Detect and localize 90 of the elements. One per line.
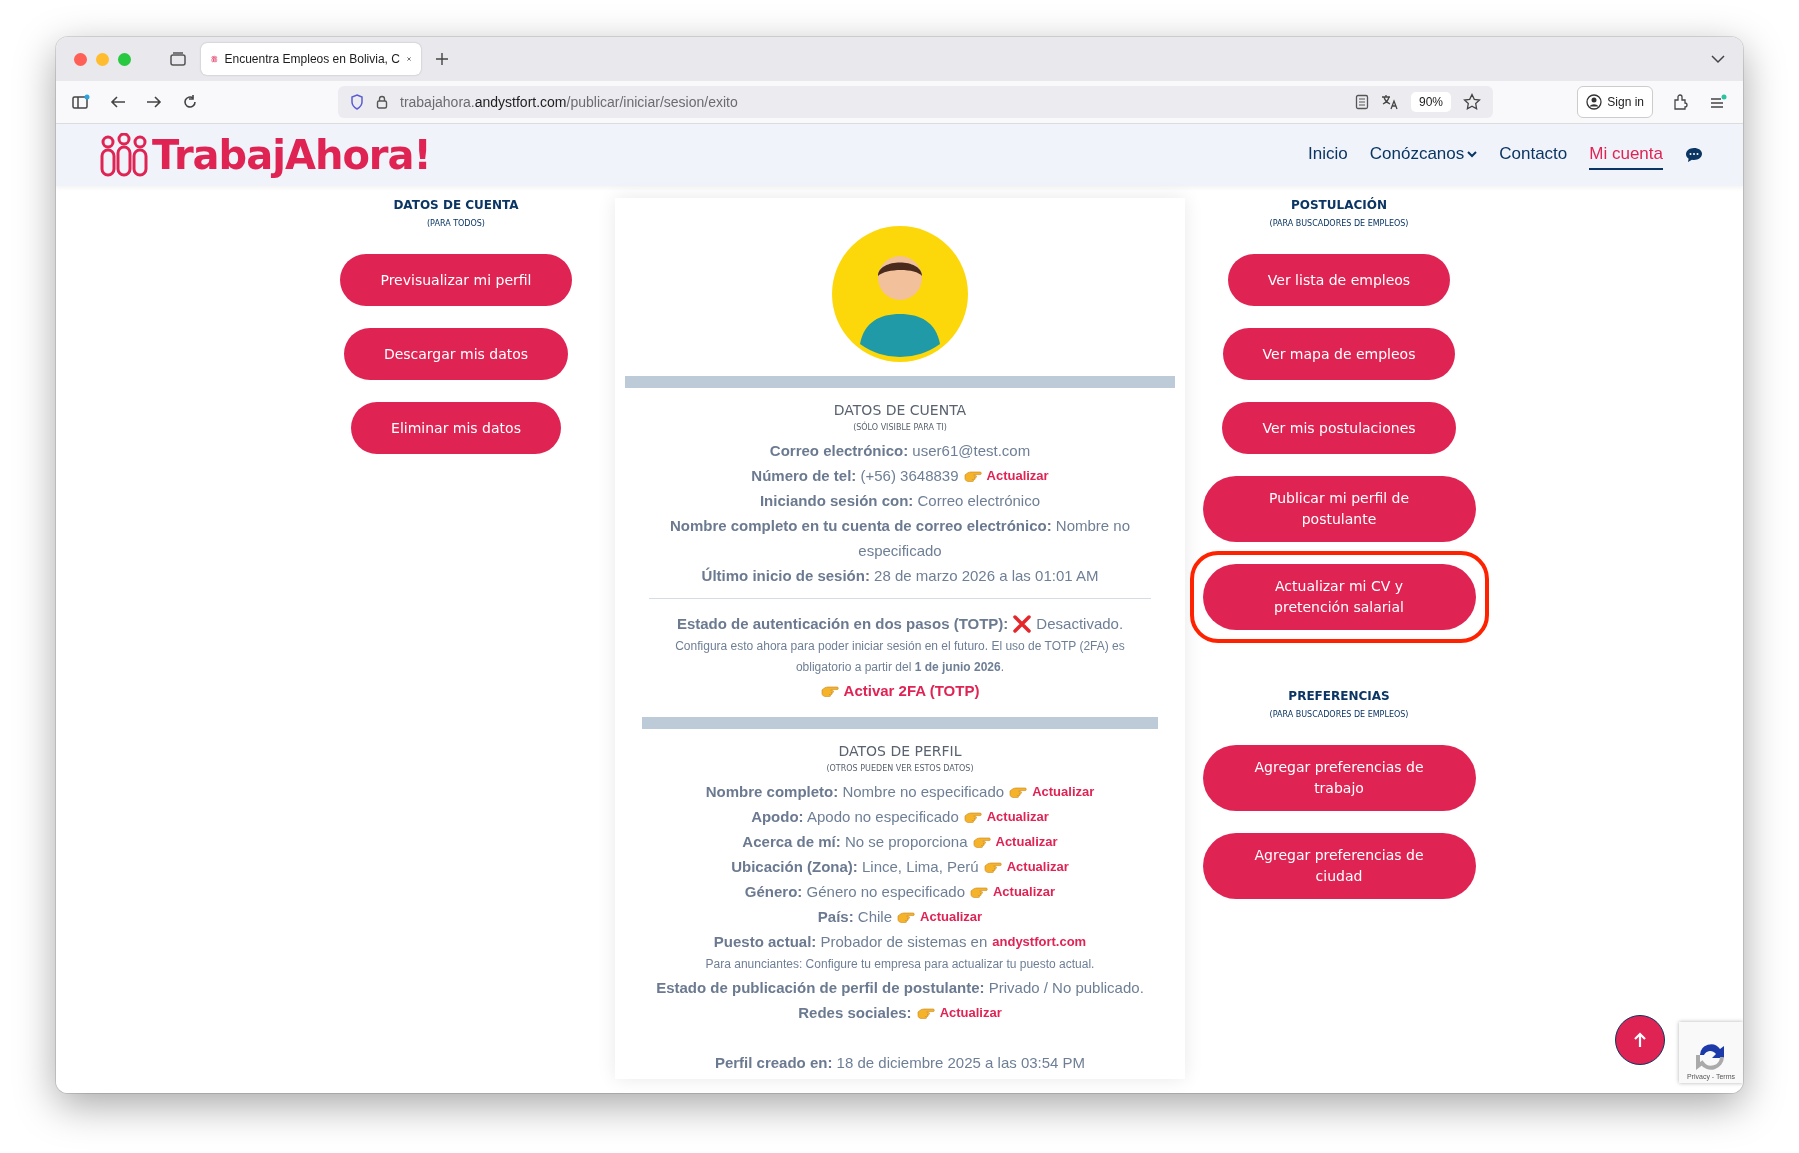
lock-icon xyxy=(376,95,388,109)
action-button[interactable]: Previsualizar mi perfil xyxy=(340,254,572,306)
sidebar-icon[interactable] xyxy=(72,94,90,110)
twofa-status: Desactivado. xyxy=(1036,614,1124,634)
info-text: País: Chile xyxy=(817,907,893,927)
twofa-label: Estado de autenticación en dos pasos (TOTP): xyxy=(676,614,1009,634)
new-tab-icon[interactable] xyxy=(435,52,449,66)
zoom-level[interactable]: 90% xyxy=(1410,92,1451,112)
section-subtitle: (PARA BUSCADORES DE EMPLEOS) xyxy=(1269,710,1409,719)
action-button[interactable]: Ver mis postulaciones xyxy=(1222,402,1456,454)
scroll-to-top-button[interactable] xyxy=(1615,1015,1665,1065)
tab-overview-icon[interactable] xyxy=(169,51,187,67)
back-icon[interactable] xyxy=(110,95,126,109)
action-button[interactable]: Eliminar mis datos xyxy=(351,402,561,454)
chat-icon[interactable] xyxy=(1685,147,1703,163)
info-text: Iniciando sesión con: Correo electrónico xyxy=(759,491,1041,511)
browser-tab[interactable]: Encuentra Empleos en Bolivia, C xyxy=(201,43,421,75)
info-text: Número de tel: (+56) 3648839 xyxy=(751,466,959,486)
action-button[interactable]: Ver lista de empleos xyxy=(1227,254,1451,306)
pointing-hand-icon xyxy=(897,910,916,923)
pointing-hand-icon xyxy=(970,885,988,898)
reader-view-icon[interactable] xyxy=(1354,94,1369,110)
info-text: Estado de publicación de perfil de postulante: Privado / No publicado. xyxy=(656,978,1144,998)
arrow-up-icon xyxy=(1633,1032,1647,1048)
action-button[interactable]: Actualizar mi CV y pretención salarial xyxy=(1202,564,1476,630)
info-text: Nombre completo en tu cuenta de correo electrónico: Nombre no especificado xyxy=(668,516,1132,561)
bookmark-star-icon[interactable] xyxy=(1463,93,1481,111)
logo-people-icon xyxy=(98,133,150,177)
sign-in-button[interactable]: Sign in xyxy=(1577,86,1653,118)
company-link[interactable]: andystfort.com xyxy=(992,929,1087,954)
pointing-hand-icon xyxy=(916,1006,935,1019)
section-title: DATOS DE CUENTA xyxy=(833,402,967,418)
pointing-hand-icon xyxy=(1009,785,1028,798)
nav-link[interactable]: Conózcanos xyxy=(1369,140,1478,170)
tab-title: Encuentra Empleos en Bolivia, C xyxy=(224,52,400,66)
update-link[interactable]: Actualizar xyxy=(920,904,983,929)
info-text: Redes sociales: xyxy=(798,1003,912,1023)
activate-2fa-link[interactable]: Activar 2FA (TOTP) xyxy=(843,678,980,703)
section-subtitle: (OTROS PUEDEN VER ESTOS DATOS) xyxy=(826,764,974,773)
action-button[interactable]: Agregar preferencias de ciudad xyxy=(1202,833,1476,899)
info-text: Ubicación (Zona): Lince, Lima, Perú xyxy=(731,857,979,877)
pointing-hand-icon xyxy=(972,835,991,848)
caret-icon xyxy=(1467,150,1478,158)
site-logo[interactable]: TrabajAhora! xyxy=(152,132,431,178)
info-text: Género: Género no especificado xyxy=(744,882,965,902)
action-button[interactable]: Descargar mis datos xyxy=(343,328,569,380)
info-text: Correo electrónico: user61@test.com xyxy=(769,441,1031,461)
update-link[interactable]: Actualizar xyxy=(995,829,1058,854)
extensions-icon[interactable] xyxy=(1673,94,1689,110)
section-subtitle: (SÓLO VISIBLE PARA TI) xyxy=(853,423,947,432)
nav-link[interactable]: Contacto xyxy=(1499,140,1568,170)
update-link[interactable]: Actualizar xyxy=(986,463,1049,488)
address-bar[interactable]: trabajahora.andystfort.com/publicar/iniciar/sesion/exito 90% xyxy=(338,86,1493,118)
info-text: Último inicio de sesión: 28 de marzo 2026 a las 01:01 AM xyxy=(701,566,1099,586)
action-button[interactable]: Ver mapa de empleos xyxy=(1222,328,1456,380)
section-title: POSTULACIÓN xyxy=(1291,198,1387,212)
pointing-hand-icon xyxy=(820,684,839,697)
pointing-hand-icon xyxy=(963,469,982,482)
account-icon xyxy=(1586,94,1603,110)
info-text: Nombre completo: Nombre no especificado xyxy=(705,782,1005,802)
update-link[interactable]: Actualizar xyxy=(939,1000,1002,1025)
info-text: Puesto actual: Probador de sistemas en xyxy=(713,932,988,952)
shield-icon[interactable] xyxy=(350,94,364,110)
update-link[interactable]: Actualizar xyxy=(986,804,1049,829)
menu-icon[interactable] xyxy=(1709,94,1727,110)
close-tab-icon[interactable] xyxy=(406,54,411,64)
update-link[interactable]: Actualizar xyxy=(1006,854,1069,879)
url-text: trabajahora.andystfort.com/publicar/iniciar/sesion/exito xyxy=(400,94,738,110)
translate-icon[interactable] xyxy=(1380,94,1399,110)
action-button[interactable]: Agregar preferencias de trabajo xyxy=(1202,745,1476,811)
update-link[interactable]: Actualizar xyxy=(1032,779,1095,804)
info-text: Perfil creado en: 18 de diciembre 2025 a las 03:54 PM xyxy=(714,1053,1086,1073)
pointing-hand-icon xyxy=(983,860,1002,873)
chevron-down-icon[interactable] xyxy=(1711,54,1725,64)
forward-icon[interactable] xyxy=(146,95,162,109)
info-text: Acerca de mí: No se proporciona xyxy=(742,832,968,852)
section-title: DATOS DE CUENTA xyxy=(393,198,519,212)
section-title: DATOS DE PERFIL xyxy=(838,743,962,759)
pointing-hand-icon xyxy=(963,810,982,823)
twofa-note: Configura esto ahora para poder iniciar sesión en el futuro. El uso de TOTP (2FA) es obligatorio a partir del 1 de junio 2026. xyxy=(674,638,1126,676)
info-note: Para anunciantes: Configure tu empresa para actualizar tu puesto actual. xyxy=(705,956,1095,973)
update-link[interactable]: Actualizar xyxy=(993,879,1056,904)
reload-icon[interactable] xyxy=(182,94,198,110)
section-subtitle: (PARA TODOS) xyxy=(427,219,485,228)
section-subtitle: (PARA BUSCADORES DE EMPLEOS) xyxy=(1269,219,1409,228)
nav-link[interactable]: Mi cuenta xyxy=(1589,140,1663,170)
section-title: PREFERENCIAS xyxy=(1288,689,1390,703)
info-text: Apodo: Apodo no especificado xyxy=(751,807,959,827)
nav-link[interactable]: Inicio xyxy=(1308,140,1348,170)
action-button[interactable]: Publicar mi perfil de postulante xyxy=(1202,476,1476,542)
